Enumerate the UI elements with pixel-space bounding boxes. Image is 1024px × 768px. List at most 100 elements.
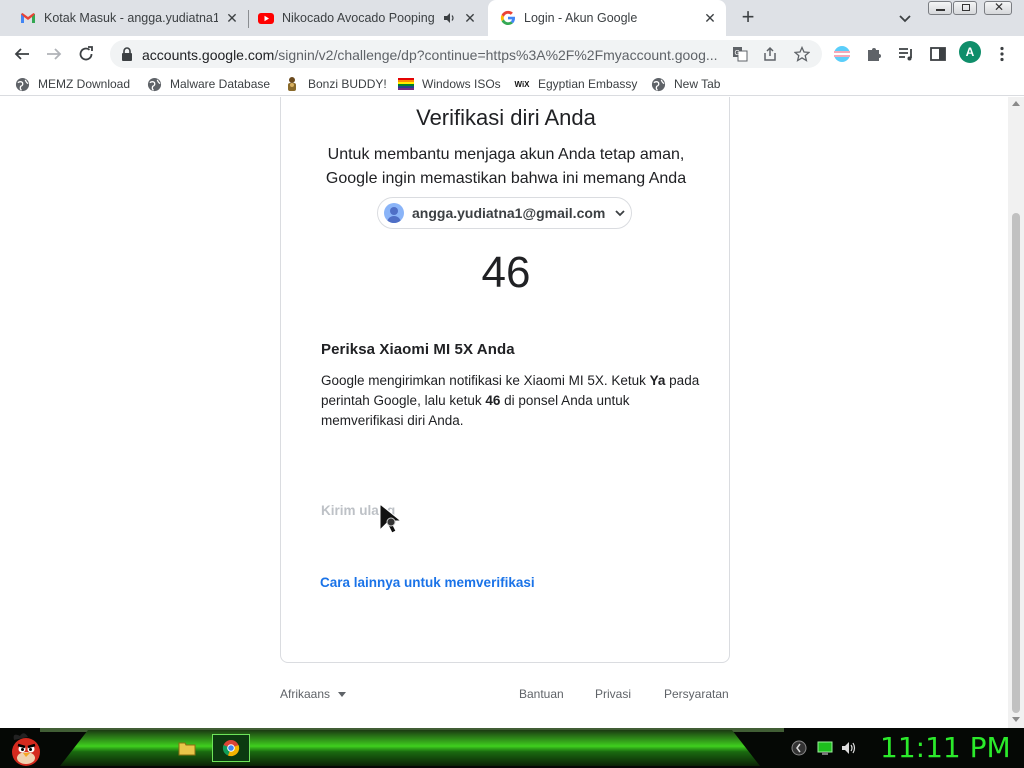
tab-youtube[interactable]: Nikocado Avocado Pooping ✕ [250, 0, 486, 36]
trans-flag-extension[interactable] [830, 42, 854, 66]
globe-icon [146, 76, 162, 92]
minimize-icon [936, 9, 945, 11]
taskbar: 11:11 PM [0, 728, 1024, 768]
instruction-bold: Ya [649, 373, 666, 388]
chrome-icon [222, 740, 240, 757]
translate-button[interactable]: G [728, 42, 752, 66]
tab-strip: Kotak Masuk - angga.yudiatna1@ ✕ Nikocad… [0, 0, 1024, 36]
url-path: /signin/v2/challenge/dp?continue=https%3… [274, 47, 718, 63]
close-icon[interactable]: ✕ [462, 10, 478, 26]
bookmark-memz[interactable]: MEMZ Download [14, 76, 130, 92]
bookmark-label: Bonzi BUDDY! [308, 77, 387, 91]
chrome-taskbar-item[interactable] [212, 734, 250, 762]
google-icon [500, 10, 515, 25]
volume-icon[interactable] [841, 740, 857, 756]
url-text: accounts.google.com/signin/v2/challenge/… [142, 47, 732, 63]
account-email: angga.yudiatna1@gmail.com [412, 205, 606, 221]
verification-number: 46 [481, 248, 531, 297]
network-icon[interactable] [817, 740, 833, 756]
taskbar-clock[interactable]: 11:11 PM [880, 731, 1011, 764]
angry-bird-start-icon[interactable] [6, 728, 46, 768]
page-title: Verifikasi diri Anda [416, 105, 596, 130]
tab-title: Kotak Masuk - angga.yudiatna1@ [44, 11, 218, 25]
globe-icon [14, 76, 30, 92]
tab-google-login[interactable]: Login - Akun Google ✕ [488, 0, 726, 36]
close-icon[interactable]: ✕ [702, 10, 718, 26]
puzzle-icon [868, 48, 881, 61]
bookmark-label: MEMZ Download [38, 77, 131, 91]
terms-link[interactable]: Persyaratan [664, 687, 729, 701]
bookmark-label: Windows ISOs [422, 77, 501, 91]
bonzi-icon [284, 76, 300, 92]
bookmark-egyptian-embassy[interactable]: WiX Egyptian Embassy [514, 76, 637, 92]
gmail-icon [21, 13, 35, 23]
bookmark-new-tab[interactable]: New Tab [650, 76, 720, 92]
page-footer: Afrikaans Bantuan Privasi Persyaratan [280, 687, 730, 707]
check-device-title: Periksa Xiaomi MI 5X Anda [321, 341, 515, 358]
bookmark-bonzi-buddy[interactable]: Bonzi BUDDY! [284, 76, 387, 92]
new-tab-button[interactable]: + [738, 6, 758, 28]
tray-app-icon[interactable] [791, 740, 807, 756]
tab-title: Nikocado Avocado Pooping [282, 11, 435, 25]
restore-button[interactable] [953, 1, 977, 15]
star-icon [794, 46, 810, 62]
chevron-down-icon[interactable] [896, 9, 914, 27]
music-queue-icon [899, 48, 912, 61]
file-manager-taskbar-item[interactable] [173, 734, 201, 762]
account-chip[interactable]: angga.yudiatna1@gmail.com [377, 197, 632, 229]
translate-icon: G [733, 47, 748, 62]
profile-avatar[interactable]: A [959, 41, 981, 63]
arrow-right-icon [47, 48, 62, 60]
restore-icon [962, 4, 970, 11]
bookmark-star-button[interactable] [790, 42, 814, 66]
svg-text:G: G [735, 50, 740, 57]
folder-icon [178, 742, 196, 756]
tab-gmail[interactable]: Kotak Masuk - angga.yudiatna1@ ✕ [8, 0, 248, 36]
extensions-button[interactable] [862, 42, 886, 66]
speaker-icon[interactable] [442, 11, 456, 25]
tab-separator [248, 10, 249, 28]
browser-toolbar: accounts.google.com/signin/v2/challenge/… [0, 36, 1024, 72]
privacy-link[interactable]: Privasi [595, 687, 631, 701]
wix-icon: WiX [514, 79, 530, 89]
bookmark-windows-isos[interactable]: Windows ISOs [398, 76, 501, 92]
side-panel-button[interactable] [926, 42, 950, 66]
address-bar[interactable]: accounts.google.com/signin/v2/challenge/… [110, 40, 822, 68]
page-content: Verifikasi diri Anda Untuk membantu menj… [0, 97, 1024, 728]
back-button[interactable] [10, 42, 34, 66]
instruction-text: Google mengirimkan notifikasi ke Xiaomi … [321, 371, 701, 431]
close-icon: ✕ [994, 0, 1005, 14]
scroll-up-icon[interactable] [1012, 101, 1020, 106]
bookmark-label: New Tab [674, 77, 721, 91]
globe-icon [650, 76, 666, 92]
page-scrollbar[interactable] [1008, 97, 1024, 728]
lock-icon[interactable] [120, 46, 134, 62]
menu-button[interactable] [990, 42, 1014, 66]
bookmark-malware-database[interactable]: Malware Database [146, 76, 270, 92]
bookmarks-bar: MEMZ Download Malware Database Bonzi BUD… [0, 72, 1024, 96]
user-avatar-icon [384, 203, 404, 223]
mouse-cursor-icon [379, 502, 403, 534]
verification-card: Verifikasi diri Anda Untuk membantu menj… [280, 97, 730, 663]
side-panel-icon [930, 47, 946, 61]
reload-button[interactable] [74, 42, 98, 66]
other-ways-link[interactable]: Cara lainnya untuk memverifikasi [320, 575, 535, 590]
scrollbar-thumb[interactable] [1012, 213, 1020, 713]
arrow-left-icon [14, 48, 29, 60]
bookmark-label: Malware Database [170, 77, 271, 91]
media-control-button[interactable] [894, 42, 918, 66]
rainbow-flag-icon [398, 76, 414, 92]
trans-flag-icon [834, 46, 850, 62]
close-window-button[interactable]: ✕ [984, 0, 1012, 15]
scroll-down-icon[interactable] [1012, 717, 1020, 722]
forward-button[interactable] [42, 42, 66, 66]
share-button[interactable] [758, 42, 782, 66]
language-select[interactable]: Afrikaans [280, 687, 347, 701]
help-link[interactable]: Bantuan [519, 687, 564, 701]
close-icon[interactable]: ✕ [224, 10, 240, 26]
share-icon [764, 46, 776, 61]
minimize-button[interactable] [928, 1, 952, 15]
instruction-part: Google mengirimkan notifikasi ke Xiaomi … [321, 373, 650, 388]
bookmark-label: Egyptian Embassy [538, 77, 638, 91]
page-subtitle: Untuk membantu menjaga akun Anda tetap a… [325, 146, 687, 187]
